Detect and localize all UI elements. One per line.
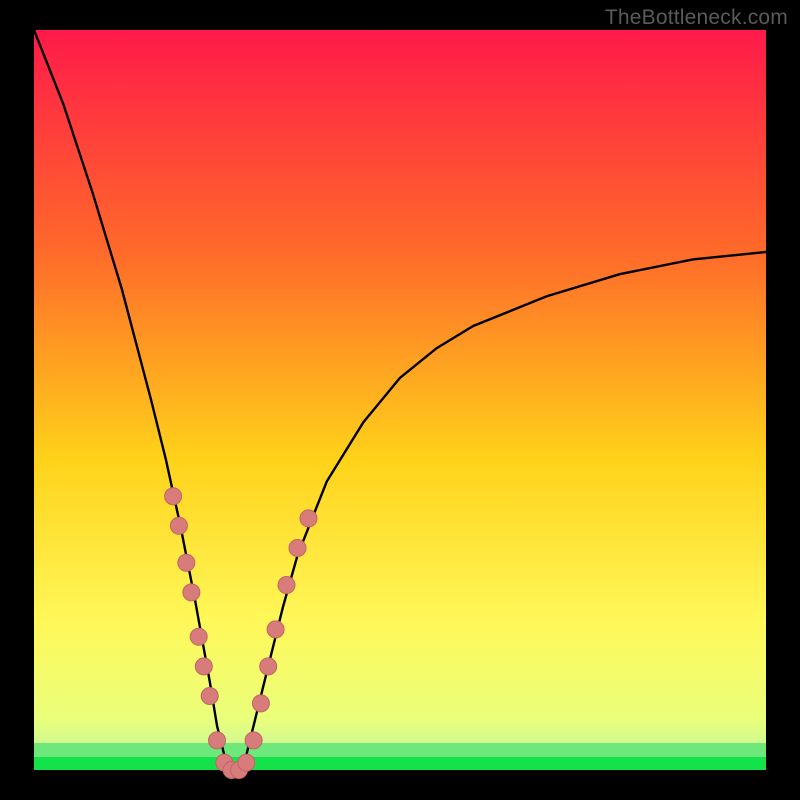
marker-dot [178,554,195,571]
marker-dot [278,577,295,594]
chart-svg [0,0,800,800]
marker-dot [165,488,182,505]
marker-dot [260,658,277,675]
marker-dot [183,584,200,601]
watermark-text: TheBottleneck.com [605,6,788,30]
plot-area [34,30,766,779]
marker-dot [170,517,187,534]
marker-dot [267,621,284,638]
marker-dot [245,732,262,749]
marker-dot [190,628,207,645]
marker-dot [289,540,306,557]
chart-stage: { "watermark": "TheBottleneck.com", "col… [0,0,800,800]
marker-dot [252,695,269,712]
marker-dot [300,510,317,527]
gradient-background [34,30,766,770]
green-band [34,756,766,770]
marker-dot [209,732,226,749]
marker-dot [238,754,255,771]
marker-dot [195,658,212,675]
marker-dot [201,688,218,705]
green-band-fade [34,743,766,757]
